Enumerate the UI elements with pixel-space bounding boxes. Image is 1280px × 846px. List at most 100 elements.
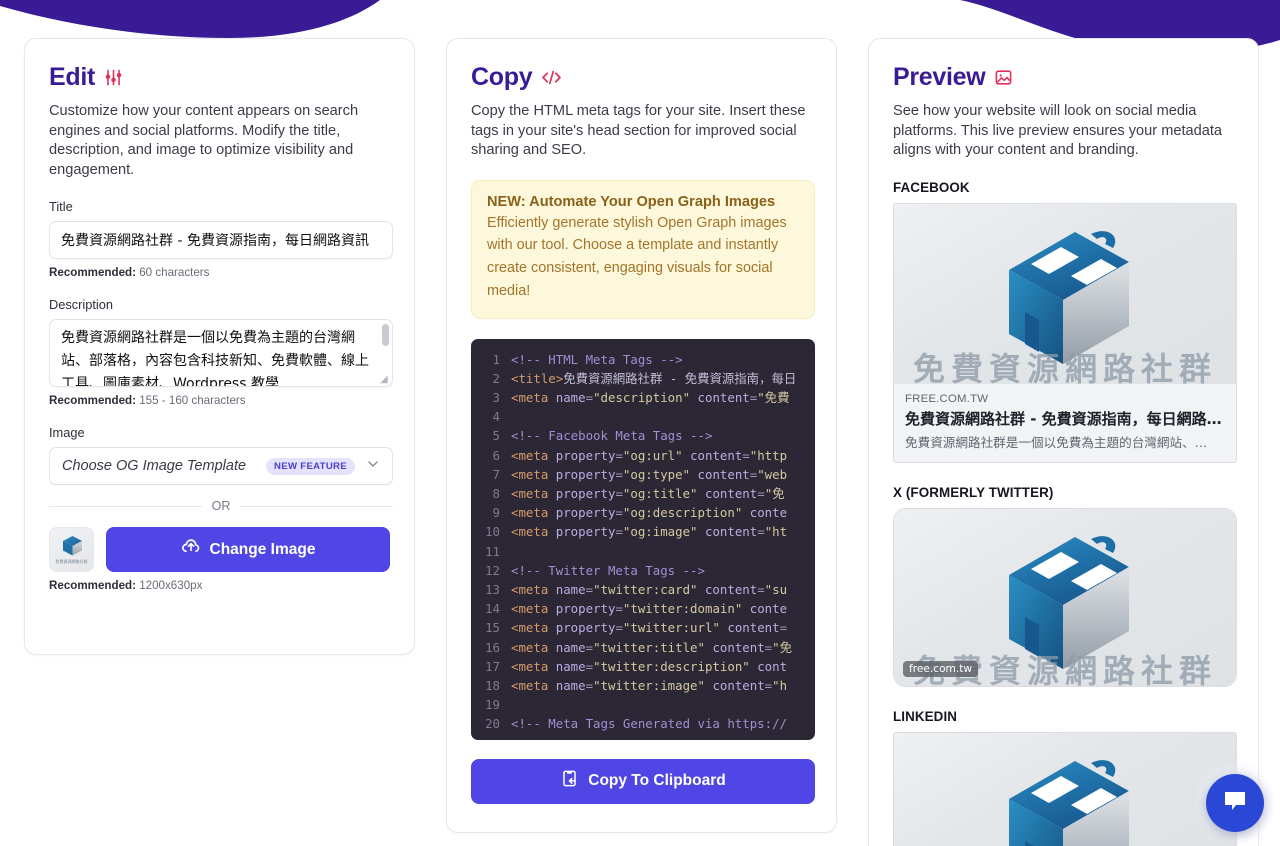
textarea-scrollbar[interactable] xyxy=(382,324,389,346)
code-line-number: 8 xyxy=(492,486,500,501)
facebook-card-title: 免費資源網路社群 - 免費資源指南，每日網路… xyxy=(905,409,1222,428)
automate-og-notice: NEW: Automate Your Open Graph Images Eff… xyxy=(471,179,815,319)
copy-panel-title: Copy xyxy=(471,63,533,91)
code-line-text: <!-- Twitter Meta Tags --> xyxy=(511,562,705,578)
image-hint-value: 1200x630px xyxy=(139,579,203,592)
copy-to-clipboard-label: Copy To Clipboard xyxy=(588,772,726,790)
chat-widget-button[interactable] xyxy=(1206,774,1264,832)
sliders-icon xyxy=(104,68,123,87)
upload-cloud-icon xyxy=(181,537,201,562)
change-image-button[interactable]: Change Image xyxy=(106,527,390,572)
og-template-select-value: Choose OG Image Template xyxy=(62,458,247,474)
copy-panel: Copy Copy the HTML meta tags for your si… xyxy=(446,38,837,833)
code-line-number: 12 xyxy=(485,562,500,578)
code-line-text: <!-- Meta Tags Generated via https:// xyxy=(511,716,788,732)
change-image-button-label: Change Image xyxy=(209,540,316,558)
title-hint-value: 60 characters xyxy=(139,266,210,279)
code-line: 16 <meta name="twitter:title" content="免 xyxy=(471,638,815,657)
code-line-number: 17 xyxy=(485,658,500,674)
edit-panel-header: Edit xyxy=(49,63,390,92)
preview-panel-title: Preview xyxy=(893,63,986,91)
code-line: 8 <meta property="og:title" content="免 xyxy=(471,484,815,503)
code-line: 11 xyxy=(471,542,815,561)
image-hint: Recommended: 1200x630px xyxy=(49,579,390,592)
twitter-og-image: 免費資源網路社群 xyxy=(894,508,1236,686)
code-line: 10 <meta property="og:image" content="ht xyxy=(471,522,815,541)
code-line-number: 3 xyxy=(492,390,500,406)
code-line: 7 <meta property="og:type" content="web xyxy=(471,465,815,484)
logo-cube-icon xyxy=(979,747,1151,846)
code-line-text: <meta property="og:title" content="免 xyxy=(511,486,785,501)
og-image-watermark: 免費資源網路社群 xyxy=(912,349,1217,384)
code-line-number: 10 xyxy=(485,524,500,540)
preview-panel: Preview See how your website will look o… xyxy=(868,38,1259,846)
divider-line-right xyxy=(240,505,393,507)
code-line-text: <title>免費資源網路社群 - 免費資源指南，每日 xyxy=(511,370,797,386)
description-textarea[interactable]: 免費資源網路社群是一個以免費為主題的台灣網站、部落格，內容包含科技新知、免費軟體… xyxy=(49,319,393,387)
code-line-text: <!-- Facebook Meta Tags --> xyxy=(511,428,713,444)
code-line-number: 7 xyxy=(492,466,500,482)
code-line-number: 5 xyxy=(492,428,500,444)
notice-title: NEW: Automate Your Open Graph Images xyxy=(487,193,776,210)
code-line-text: <meta name="twitter:description" cont xyxy=(511,658,788,674)
code-line-text: <meta property="og:image" content="ht xyxy=(511,524,788,540)
code-line: 20 <!-- Meta Tags Generated via https:// xyxy=(471,714,815,733)
textarea-resize-handle[interactable]: ◢ xyxy=(380,375,390,385)
image-field-label: Image xyxy=(49,425,85,440)
copy-panel-header: Copy xyxy=(471,63,812,92)
twitter-domain-chip: free.com.tw xyxy=(903,660,979,677)
image-field-group: Image Choose OG Image Template NEW FEATU… xyxy=(49,425,393,592)
facebook-card-domain: FREE.COM.TW xyxy=(905,392,989,405)
code-line: 13 <meta name="twitter:card" content="su xyxy=(471,580,815,599)
code-line-text: <meta property="twitter:url" content= xyxy=(511,620,788,636)
or-divider: OR xyxy=(49,499,393,513)
chat-bubble-icon xyxy=(1222,789,1248,818)
code-line-number: 20 xyxy=(485,716,500,732)
page-title: Edit xyxy=(49,63,96,91)
description-hint-value: 155 - 160 characters xyxy=(139,394,246,407)
title-hint-label: Recommended: xyxy=(49,266,136,279)
code-line-number: 16 xyxy=(485,639,500,655)
linkedin-og-image xyxy=(894,732,1236,846)
copy-to-clipboard-button[interactable]: Copy To Clipboard xyxy=(471,758,815,804)
code-line-number: 15 xyxy=(485,620,500,636)
code-line: 14 <meta property="twitter:domain" conte xyxy=(471,599,815,618)
current-image-thumbnail[interactable]: 免費資源網路社群 xyxy=(49,527,94,572)
code-line: 9 <meta property="og:description" conte xyxy=(471,503,815,522)
code-line-number: 11 xyxy=(485,543,500,559)
facebook-preview-card[interactable]: 免費資源網路社群 FREE.COM.TW 免費資源網路社群 - 免費資源指南，每… xyxy=(893,202,1237,463)
preview-panel-header: Preview xyxy=(893,63,1234,92)
meta-tags-code-block[interactable]: 1 <!-- HTML Meta Tags --> 2 <title>免費資源網路社群… xyxy=(471,338,815,740)
code-line-number: 19 xyxy=(485,697,500,713)
copy-panel-description: Copy the HTML meta tags for your site. I… xyxy=(471,103,806,158)
code-line: 4 xyxy=(471,407,815,426)
clipboard-copy-icon xyxy=(560,769,579,793)
image-upload-row: 免費資源網路社群 Change Image xyxy=(49,527,390,572)
code-icon xyxy=(541,69,562,86)
description-hint: Recommended: 155 - 160 characters xyxy=(49,394,390,407)
platform-label-twitter: X (FORMERLY TWITTER) xyxy=(893,484,1054,500)
title-field-label: Title xyxy=(49,199,73,214)
code-line-number: 9 xyxy=(492,505,500,521)
platform-label-facebook: FACEBOOK xyxy=(893,179,970,195)
twitter-preview-card[interactable]: 免費資源網路社群 free.com.tw xyxy=(893,507,1237,687)
linkedin-preview-card[interactable] xyxy=(893,731,1237,846)
code-line-number: 18 xyxy=(485,677,500,693)
facebook-card-meta: FREE.COM.TW 免費資源網路社群 - 免費資源指南，每日網路… 免費資源… xyxy=(894,383,1236,462)
og-template-select[interactable]: Choose OG Image Template NEW FEATURE xyxy=(49,447,393,485)
code-line: 1 <!-- HTML Meta Tags --> xyxy=(471,350,815,369)
description-field-group: Description 免費資源網路社群是一個以免費為主題的台灣網站、部落格，內… xyxy=(49,297,393,407)
platform-label-linkedin: LINKEDIN xyxy=(893,708,958,724)
code-line-text: <meta property="twitter:domain" conte xyxy=(511,601,788,617)
code-line-text: <meta name="twitter:title" content="免 xyxy=(511,639,792,655)
page-root: Edit Customize how your content appears … xyxy=(0,0,1280,846)
title-field-group: Title 免費資源網路社群 - 免費資源指南，每日網路資訊 Recommend… xyxy=(49,199,393,279)
code-line-text: <meta property="og:description" conte xyxy=(511,505,788,521)
title-input[interactable]: 免費資源網路社群 - 免費資源指南，每日網路資訊 xyxy=(49,221,393,259)
code-line: 18 <meta name="twitter:image" content="h xyxy=(471,676,815,695)
description-field-label: Description xyxy=(49,297,114,312)
thumbnail-caption: 免費資源網路社群 xyxy=(55,559,88,564)
code-line-text: <meta property="og:type" content="web xyxy=(511,466,788,482)
code-line-text: <!-- HTML Meta Tags --> xyxy=(511,351,683,367)
